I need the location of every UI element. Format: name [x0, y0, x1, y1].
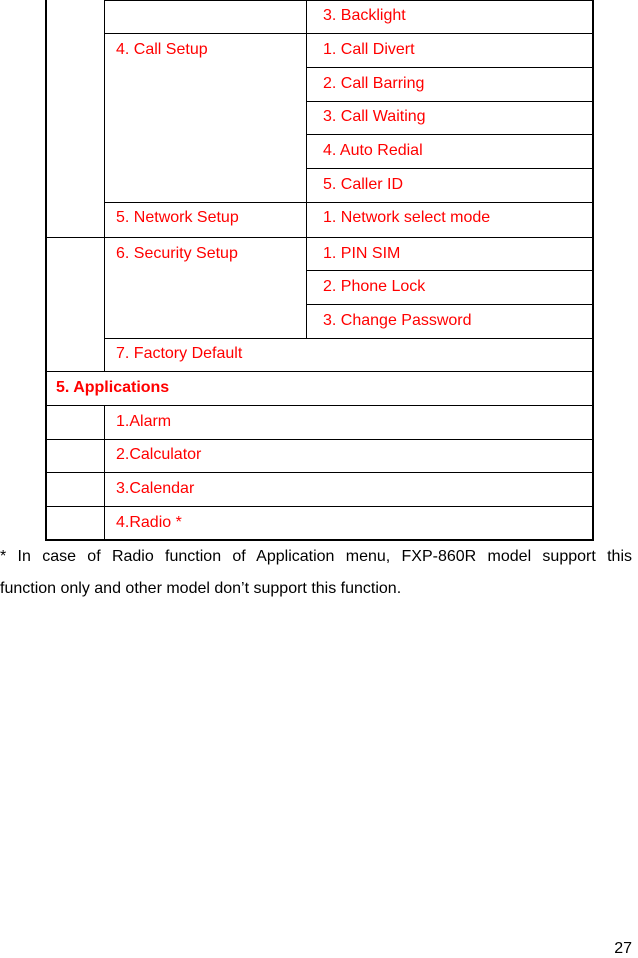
table-border [45, 439, 593, 440]
table-border [306, 168, 593, 169]
footnote-line-1: * In case of Radio function of Applicati… [0, 548, 632, 565]
table-border [104, 406, 105, 540]
table-border [306, 270, 593, 271]
table-border [306, 101, 593, 102]
table-border [45, 371, 593, 372]
table-border [45, 506, 593, 507]
submenu-item: 3. Backlight [323, 7, 406, 24]
table-border [306, 67, 593, 68]
page-number: 27 [614, 940, 632, 957]
submenu-item: 3. Change Password [323, 312, 472, 329]
table-border [45, 0, 47, 372]
table-border [104, 33, 593, 34]
footnote-line-2: function only and other model don’t supp… [0, 580, 402, 597]
table-border [104, 202, 593, 203]
submenu-item: 1. PIN SIM [323, 245, 401, 262]
table-border [104, 338, 593, 339]
table-border [104, 237, 105, 372]
table-border [45, 237, 593, 238]
submenu-item: 3. Call Waiting [323, 108, 426, 125]
submenu-item: 2. Phone Lock [323, 278, 426, 295]
menu-item: 6. Security Setup [116, 245, 238, 262]
table-border [45, 539, 594, 541]
table-border [306, 0, 307, 338]
menu-item: 4. Call Setup [116, 41, 208, 58]
section-header: 5. Applications [56, 379, 170, 396]
submenu-item: 1. Network select mode [323, 209, 491, 226]
submenu-item: 1. Call Divert [323, 41, 415, 58]
table-border [306, 134, 593, 135]
application-item: 3.Calendar [116, 480, 195, 497]
menu-item: 7. Factory Default [116, 345, 243, 362]
application-item: 2.Calculator [116, 446, 202, 463]
table-border [45, 372, 47, 540]
application-item: 1.Alarm [116, 413, 172, 430]
submenu-item: 4. Auto Redial [323, 142, 423, 159]
table-border [306, 304, 593, 305]
table-border [45, 405, 593, 406]
application-item: 4.Radio * [116, 514, 182, 531]
menu-item: 5. Network Setup [116, 209, 239, 226]
submenu-item: 5. Caller ID [323, 176, 404, 193]
table-border [104, 0, 593, 1]
submenu-item: 2. Call Barring [323, 75, 425, 92]
table-border [45, 472, 593, 473]
